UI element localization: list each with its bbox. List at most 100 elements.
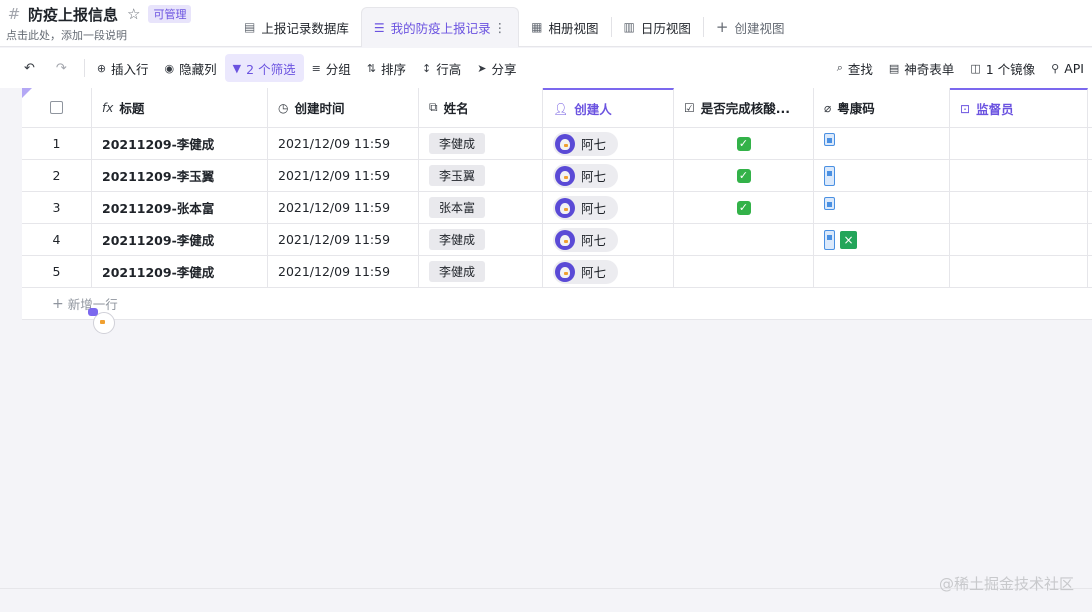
- sort-label: 排序: [381, 61, 407, 77]
- column-header-nucleic[interactable]: ☑ 是否完成核酸...: [674, 88, 814, 127]
- person-icon: 👤︎: [553, 101, 569, 116]
- extra-cell: [1088, 128, 1092, 159]
- sort-icon: ⇅: [366, 61, 377, 75]
- column-header-name[interactable]: ⧉ 姓名: [419, 88, 543, 127]
- name-cell[interactable]: 李健成: [419, 224, 543, 255]
- title-cell[interactable]: 20211209-李玉翼: [92, 160, 268, 191]
- tab-my-records[interactable]: ☰ 我的防疫上报记录 ⋮: [360, 7, 520, 47]
- name-cell[interactable]: 李健成: [419, 256, 543, 287]
- supervisor-cell[interactable]: [950, 128, 1088, 159]
- avatar: [555, 261, 575, 282]
- title-cell[interactable]: 20211209-李健成: [92, 256, 268, 287]
- nucleic-cell[interactable]: [674, 224, 814, 255]
- supervisor-cell[interactable]: [950, 192, 1088, 223]
- column-label: 创建人: [574, 102, 612, 117]
- name-cell[interactable]: 张本富: [419, 192, 543, 223]
- find-button[interactable]: ⌕ 查找: [829, 54, 881, 82]
- nucleic-cell[interactable]: ✓: [674, 192, 814, 223]
- hash-icon: #: [7, 5, 21, 23]
- mirror-button[interactable]: ◫ 1 个镜像: [962, 54, 1043, 82]
- page-title[interactable]: 防疫上报信息: [28, 4, 118, 25]
- tab-calendar[interactable]: ▥ 日历视图: [612, 7, 703, 47]
- image-thumbnail-icon[interactable]: [824, 165, 835, 186]
- share-button[interactable]: ➤ 分享: [469, 54, 524, 82]
- column-header-creator[interactable]: 👤︎ 创建人: [543, 88, 674, 127]
- hide-columns-button[interactable]: ◉ 隐藏列: [157, 54, 225, 82]
- user-chip: 阿七: [553, 131, 619, 156]
- user-chip: 阿七: [553, 163, 619, 188]
- health-code-cell[interactable]: [814, 128, 950, 159]
- extra-cell: [1088, 224, 1092, 255]
- checked-icon[interactable]: ✓: [736, 136, 751, 151]
- creator-cell[interactable]: 阿七: [543, 160, 674, 191]
- title-cell[interactable]: 20211209-李健成: [92, 224, 268, 255]
- description-input[interactable]: 点击此处，添加一段说明: [6, 27, 191, 43]
- checked-icon[interactable]: ✓: [736, 200, 751, 215]
- table-row[interactable]: 4 20211209-李健成 2021/12/09 11:59 李健成 阿七 ×: [22, 224, 1092, 256]
- select-all-checkbox[interactable]: [50, 101, 63, 114]
- supervisor-cell[interactable]: [950, 160, 1088, 191]
- clock-icon: ◷: [278, 100, 289, 115]
- more-icon[interactable]: ⋮: [494, 20, 507, 35]
- created-time-cell[interactable]: 2021/12/09 11:59: [268, 192, 419, 223]
- nucleic-cell[interactable]: [674, 256, 814, 287]
- image-thumbnail-icon[interactable]: [824, 229, 835, 250]
- checked-icon[interactable]: ✓: [736, 168, 751, 183]
- row-height-button[interactable]: ↕ 行高: [414, 54, 469, 82]
- creator-cell[interactable]: 阿七: [543, 192, 674, 223]
- title-cell[interactable]: 20211209-张本富: [92, 192, 268, 223]
- created-time-cell[interactable]: 2021/12/09 11:59: [268, 128, 419, 159]
- api-button[interactable]: ⚲ API: [1043, 54, 1092, 82]
- search-icon: ⌕: [836, 61, 843, 74]
- image-thumbnail-icon[interactable]: [824, 197, 835, 210]
- extra-cell: [1088, 192, 1092, 223]
- table-row[interactable]: 2 20211209-李玉翼 2021/12/09 11:59 李玉翼 阿七 ✓: [22, 160, 1092, 192]
- creator-cell[interactable]: 阿七: [543, 128, 674, 159]
- sort-button[interactable]: ⇅ 排序: [359, 54, 414, 82]
- column-header-created-time[interactable]: ◷ 创建时间: [268, 88, 419, 127]
- created-time-cell[interactable]: 2021/12/09 11:59: [268, 160, 419, 191]
- avatar: [555, 197, 575, 218]
- avatar: [555, 165, 575, 186]
- tab-database[interactable]: ▤ 上报记录数据库: [232, 7, 361, 47]
- health-code-cell[interactable]: [814, 192, 950, 223]
- table-row[interactable]: 3 20211209-张本富 2021/12/09 11:59 张本富 阿七 ✓: [22, 192, 1092, 224]
- image-thumbnail-icon[interactable]: [824, 133, 835, 146]
- insert-row-button[interactable]: ⊕ 插入行: [89, 54, 157, 82]
- health-code-cell[interactable]: [814, 256, 950, 287]
- row-number: 3: [22, 192, 92, 223]
- created-time-cell[interactable]: 2021/12/09 11:59: [268, 224, 419, 255]
- column-header-title[interactable]: fx 标题: [92, 88, 268, 127]
- tab-label: 日历视图: [640, 20, 691, 36]
- table-row[interactable]: 5 20211209-李健成 2021/12/09 11:59 李健成 阿七: [22, 256, 1092, 288]
- magic-form-button[interactable]: ▤ 神奇表单: [881, 54, 962, 82]
- select-all-cell: [22, 88, 92, 127]
- supervisor-cell[interactable]: [950, 256, 1088, 287]
- column-header-health-code[interactable]: ⌀ 粤康码: [814, 88, 950, 127]
- column-header-supervisor[interactable]: ⊡ 监督员: [950, 88, 1088, 127]
- title-cell[interactable]: 20211209-李健成: [92, 128, 268, 159]
- table-row[interactable]: 1 20211209-李健成 2021/12/09 11:59 李健成 阿七 ✓: [22, 128, 1092, 160]
- create-view-button[interactable]: + 创建视图: [704, 7, 797, 47]
- creator-cell[interactable]: 阿七: [543, 256, 674, 287]
- api-label: API: [1064, 60, 1084, 76]
- supervisor-cell[interactable]: [950, 224, 1088, 255]
- plug-icon: ⚲: [1051, 61, 1060, 75]
- creator-cell[interactable]: 阿七: [543, 224, 674, 255]
- filter-button[interactable]: ▼ 2 个筛选: [224, 54, 304, 82]
- nucleic-cell[interactable]: ✓: [674, 128, 814, 159]
- star-icon[interactable]: ☆: [127, 5, 140, 23]
- health-code-cell[interactable]: ×: [814, 224, 950, 255]
- created-time-cell[interactable]: 2021/12/09 11:59: [268, 256, 419, 287]
- undo-button[interactable]: ↶: [16, 54, 48, 82]
- health-code-cell[interactable]: [814, 160, 950, 191]
- group-button[interactable]: ≡ 分组: [304, 54, 359, 82]
- add-row-button[interactable]: + 新增一行: [22, 288, 1092, 320]
- spreadsheet-file-icon[interactable]: ×: [840, 230, 857, 249]
- nucleic-cell[interactable]: ✓: [674, 160, 814, 191]
- tab-gallery[interactable]: ▦ 相册视图: [519, 7, 610, 47]
- name-cell[interactable]: 李玉翼: [419, 160, 543, 191]
- name-cell[interactable]: 李健成: [419, 128, 543, 159]
- redo-button[interactable]: ↷: [48, 54, 80, 82]
- send-icon: ➤: [477, 61, 487, 75]
